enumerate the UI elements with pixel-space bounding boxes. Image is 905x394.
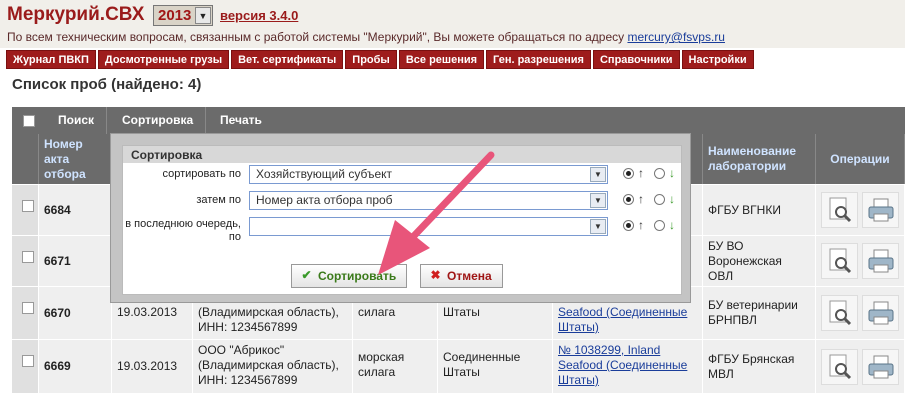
table-toolbar: Поиск Сортировка Печать: [12, 107, 905, 134]
view-button[interactable]: [821, 295, 858, 331]
sort-by-select[interactable]: Хозяйствующий субъект ▼: [249, 165, 608, 184]
sort-button[interactable]: Сортировка: [110, 107, 207, 134]
sort-cancel-button[interactable]: ✖ Отмена: [420, 264, 503, 288]
view-button[interactable]: [821, 243, 858, 279]
arrow-down-icon: ↓: [669, 192, 675, 206]
last-by-select[interactable]: ▼: [249, 217, 608, 236]
main-nav: Журнал ПВКП Досмотренные грузы Вет. серт…: [6, 50, 754, 69]
nav-item-samples[interactable]: Пробы: [345, 50, 397, 69]
checkmark-icon: ✔: [301, 268, 312, 282]
year-value: 2013: [158, 7, 192, 24]
printer-icon: [868, 355, 893, 378]
row-checkbox-cell: [12, 236, 39, 286]
support-email-link[interactable]: mercury@fsvps.ru: [627, 30, 725, 44]
act-number: 6669: [39, 340, 112, 393]
printer-icon: [868, 198, 893, 222]
printer-icon: [868, 301, 893, 325]
sort-submit-button[interactable]: ✔ Сортировать: [291, 264, 408, 288]
sort-by-asc-radio[interactable]: [623, 168, 634, 179]
view-button[interactable]: [821, 348, 858, 385]
last-by-asc-radio[interactable]: [623, 220, 634, 231]
print-row-button[interactable]: [862, 192, 899, 228]
select-all-checkbox[interactable]: [23, 115, 35, 127]
row-checkbox[interactable]: [22, 355, 34, 367]
nav-item-gen-permissions[interactable]: Ген. разрешения: [486, 50, 591, 69]
arrow-up-icon: ↑: [638, 192, 644, 206]
magnifier-icon: [829, 300, 851, 326]
search-button[interactable]: Поиск: [46, 107, 108, 134]
lab-name: ФГБУ ВГНКИ: [703, 185, 816, 235]
country-cell: Соединенные Штаты: [438, 340, 553, 393]
support-text: По всем техническим вопросам, связанным …: [7, 30, 725, 44]
print-button[interactable]: Печать: [208, 107, 274, 134]
nav-item-vet-certificates[interactable]: Вет. сертификаты: [231, 50, 344, 69]
header-act-number[interactable]: Номер акта отбора проб: [39, 134, 112, 184]
sort-by-desc-radio[interactable]: [654, 168, 665, 179]
row-checkbox-cell: [12, 185, 39, 235]
operations-cell: [816, 236, 905, 286]
chevron-down-icon: ▼: [590, 193, 606, 208]
row-checkbox-cell: [12, 340, 39, 393]
year-select[interactable]: 2013 ▼: [153, 5, 213, 26]
act-number: 6671: [39, 236, 112, 286]
product-cell: морская силага: [353, 340, 438, 393]
nav-item-all-decisions[interactable]: Все решения: [398, 50, 485, 69]
then-by-desc-radio[interactable]: [654, 194, 665, 205]
operations-cell: [816, 287, 905, 339]
magnifier-icon: [829, 248, 851, 274]
table-row[interactable]: 6669 19.03.2013 ООО "Абрикос" (Владимирс…: [12, 340, 905, 394]
arrow-up-icon: ↑: [638, 218, 644, 232]
chevron-down-icon: ▼: [590, 219, 606, 234]
last-by-label: в последнюю очередь, по: [125, 218, 241, 243]
sort-dialog-title: Сортировка: [131, 148, 203, 162]
lab-name: ФГБУ Брянская МВЛ: [703, 340, 816, 393]
last-by-desc-radio[interactable]: [654, 220, 665, 231]
arrow-down-icon: ↓: [669, 166, 675, 180]
operations-cell: [816, 340, 905, 393]
lab-name: БУ ветеринарии БРНПВЛ: [703, 287, 816, 339]
operations-cell: [816, 185, 905, 235]
act-number: 6684: [39, 185, 112, 235]
magnifier-icon: [829, 354, 851, 379]
printer-icon: [868, 249, 893, 273]
version-link[interactable]: версия 3.4.0: [220, 8, 298, 23]
print-row-button[interactable]: [862, 295, 899, 331]
app-brand: Меркурий.СВХ: [7, 4, 145, 25]
nav-item-settings[interactable]: Настройки: [681, 50, 754, 69]
arrow-down-icon: ↓: [669, 218, 675, 232]
then-by-asc-radio[interactable]: [623, 194, 634, 205]
sort-by-label: сортировать по: [162, 168, 241, 180]
print-row-button[interactable]: [862, 348, 899, 385]
row-checkbox[interactable]: [22, 200, 34, 212]
certificate-link[interactable]: № 1038299, Inland Seafood (Соединенные Ш…: [553, 340, 703, 393]
sort-options-box: сортировать по Хозяйствующий субъект ▼ ↑ …: [123, 163, 681, 294]
chevron-down-icon: ▼: [195, 7, 211, 24]
nav-item-inspected-cargo[interactable]: Досмотренные грузы: [97, 50, 230, 69]
print-row-button[interactable]: [862, 243, 899, 279]
row-checkbox[interactable]: [22, 251, 34, 263]
view-button[interactable]: [821, 192, 858, 228]
sort-dialog: Сортировка сортировать по Хозяйствующий …: [110, 133, 691, 303]
header-operations: Операции: [816, 134, 905, 184]
sort-dialog-panel: Сортировка сортировать по Хозяйствующий …: [122, 145, 682, 295]
lab-name: БУ ВО Воронежская ОВЛ: [703, 236, 816, 286]
header: Меркурий.СВХ 2013 ▼ версия 3.4.0 По всем…: [0, 0, 905, 48]
chevron-down-icon: ▼: [590, 167, 606, 182]
nav-item-journal[interactable]: Журнал ПВКП: [6, 50, 96, 69]
row-checkbox[interactable]: [22, 302, 34, 314]
magnifier-icon: [829, 197, 851, 223]
subject-cell: ООО "Абрикос" (Владимирская область), ИН…: [193, 340, 353, 393]
sample-date: 19.03.2013: [112, 340, 193, 393]
header-lab-name[interactable]: Наименование лаборатории: [703, 134, 816, 184]
close-icon: ✖: [430, 268, 441, 282]
header-checkbox-cell: [12, 134, 39, 184]
arrow-up-icon: ↑: [638, 166, 644, 180]
nav-item-directories[interactable]: Справочники: [592, 50, 680, 69]
then-by-select[interactable]: Номер акта отбора проб ▼: [249, 191, 608, 210]
then-by-label: затем по: [196, 194, 241, 206]
act-number: 6670: [39, 287, 112, 339]
row-checkbox-cell: [12, 287, 39, 339]
page-title: Список проб (найдено: 4): [12, 76, 202, 93]
